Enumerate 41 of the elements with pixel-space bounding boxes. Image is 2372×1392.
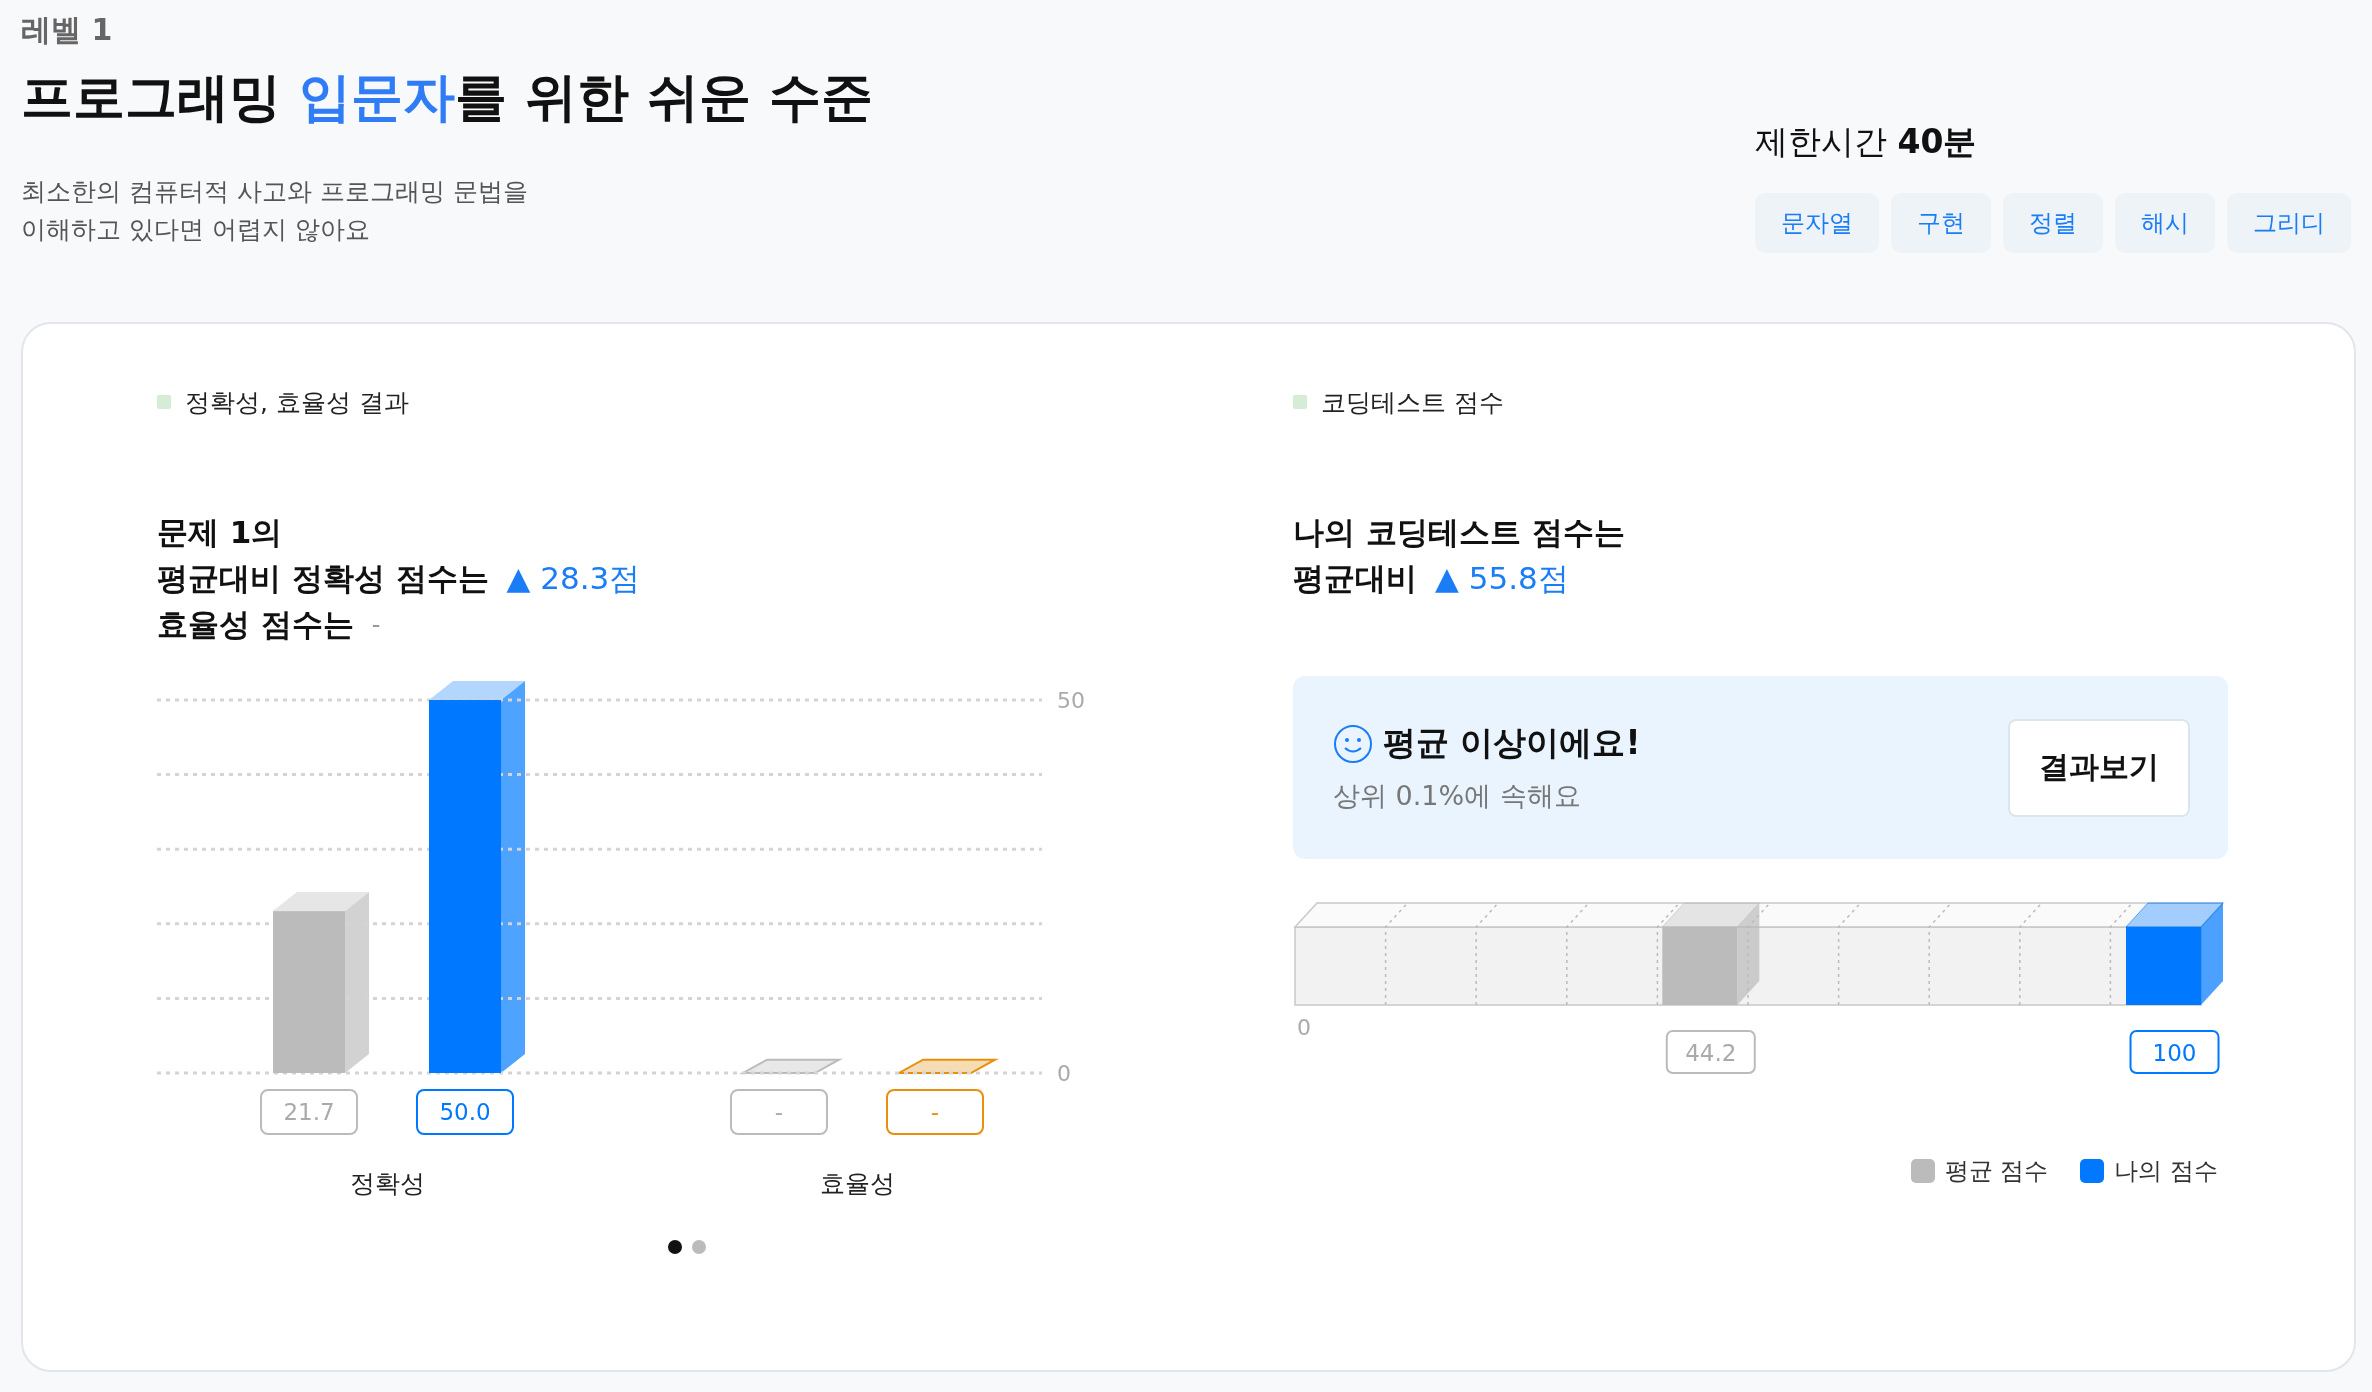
smiley-icon [1333, 723, 1373, 764]
scale-start-label: 0 [1297, 1015, 1311, 1040]
score-delta: - [371, 611, 381, 639]
value-label: 21.7 [260, 1089, 358, 1135]
topic-tag: 문자열 [1755, 193, 1879, 253]
summary-text: 평균대비 [1293, 559, 1417, 598]
level-title: 프로그래밍 입문자를 위한 쉬운 수준 [21, 66, 874, 129]
legend-marker [1293, 395, 1307, 409]
value-label: 50.0 [416, 1089, 514, 1135]
legend-label: 나의 점수 [2114, 1156, 2218, 1187]
axis-tick-label: 0 [1057, 1061, 1071, 1086]
time-limit: 제한시간 40분 [1755, 121, 1978, 163]
value-label: - [730, 1089, 828, 1135]
description-text: 이해하고 있다면 어렵지 않아요 [21, 214, 371, 246]
banner-subtitle: 상위 0.1%에 속해요 [1333, 779, 1582, 813]
page-dot[interactable] [668, 1240, 682, 1254]
category-label: 정확성 [349, 1169, 425, 1198]
banner-title: 평균 이상이에요! [1383, 722, 1641, 764]
summary-text: 문제 1의 [157, 513, 283, 552]
legend-marker [157, 395, 171, 409]
view-result-button[interactable]: 결과보기 [2008, 718, 2190, 817]
summary-text: 나의 코딩테스트 점수는 [1293, 513, 1625, 552]
legend-label: 평균 점수 [1944, 1156, 2049, 1187]
axis-tick-label: 50 [1057, 688, 1085, 713]
value-label: 44.2 [1665, 1030, 1756, 1074]
score-delta: ▲ 55.8점 [1435, 559, 1569, 598]
topic-tag: 구현 [1891, 193, 1991, 253]
topic-tag: 그리디 [2227, 193, 2351, 253]
page-dot[interactable] [692, 1240, 706, 1254]
score-delta: ▲ 28.3점 [506, 559, 641, 598]
summary-text: 효율성 점수는 [157, 605, 354, 644]
topic-tag: 해시 [2115, 193, 2215, 253]
section-label: 코딩테스트 점수 [1321, 386, 1504, 419]
summary-text: 평균대비 정확성 점수는 [157, 559, 489, 598]
topic-tag: 정렬 [2003, 193, 2103, 253]
description-text: 최소한의 컴퓨터적 사고와 프로그래밍 문법을 [21, 176, 529, 208]
level-label: 레벨 1 [21, 11, 114, 49]
value-label: - [886, 1089, 984, 1135]
value-label: 100 [2129, 1030, 2220, 1074]
section-label: 정확성, 효율성 결과 [185, 386, 409, 419]
category-label: 효율성 [819, 1169, 895, 1198]
